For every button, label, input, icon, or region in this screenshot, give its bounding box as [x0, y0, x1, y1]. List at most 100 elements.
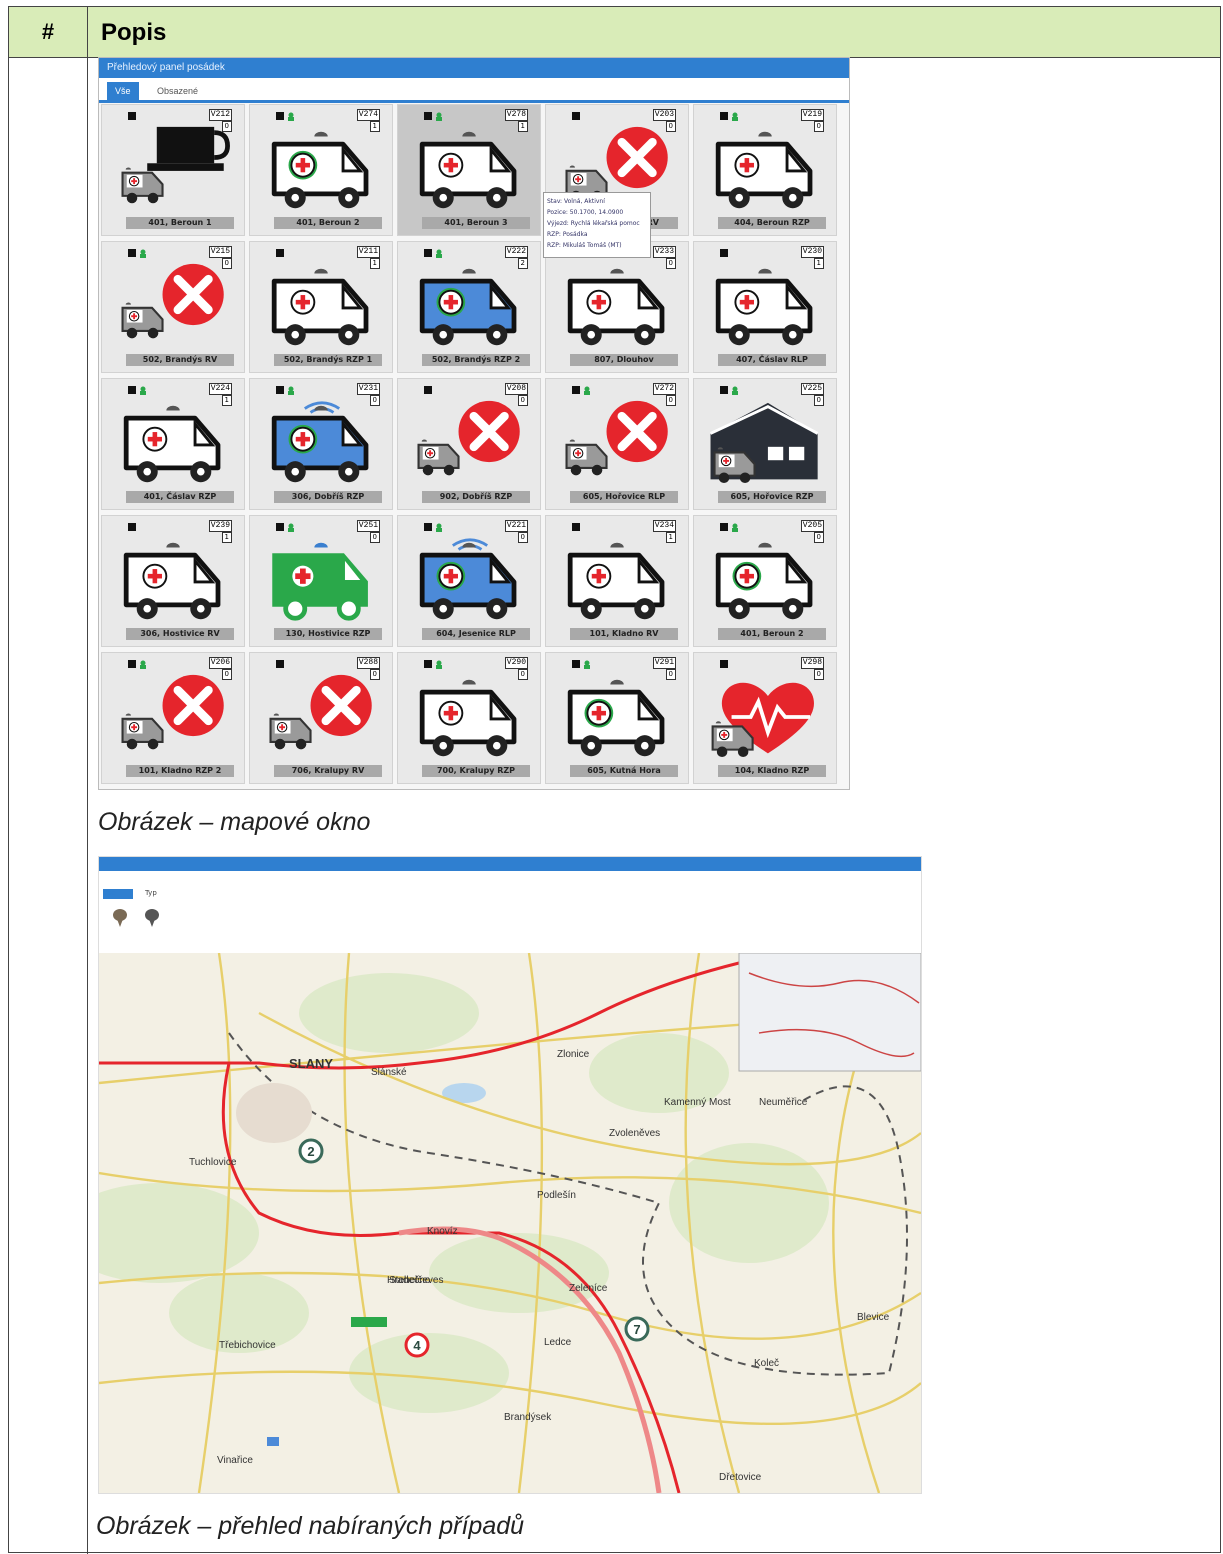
- status-indicator-icon: [572, 112, 580, 120]
- ambulance-green-icon: [715, 542, 813, 620]
- crew-label: 502, Brandýs RZP 1: [274, 354, 382, 366]
- ambulance-unavailable-icon: [269, 674, 372, 750]
- crew-label: 401, Beroun 2: [274, 217, 382, 229]
- crew-grid: V212 0 401, Beroun 1 V274 1 401, Beroun …: [101, 104, 845, 786]
- crew-tile[interactable]: V288 0 706, Kralupy RV: [249, 652, 393, 784]
- status-indicator-icon: [128, 249, 146, 258]
- status-indicator-icon: [572, 523, 580, 531]
- toolbar-button-type[interactable]: Typ: [145, 889, 157, 897]
- crew-tile[interactable]: V290 0 700, Kralupy RZP: [397, 652, 541, 784]
- map-place-label: Kamenný Most: [664, 1097, 731, 1108]
- crew-tile[interactable]: V208 0 902, Dobříš RZP: [397, 378, 541, 510]
- vehicle-code: V278: [504, 109, 528, 121]
- crew-tile[interactable]: V225 0 605, Hořovice RZP: [693, 378, 837, 510]
- case-marker-label: 4: [413, 1338, 421, 1353]
- ambulance-green-icon: [271, 131, 369, 209]
- route-sign: [351, 1317, 387, 1327]
- tooltip-line: RZP: Posádka: [547, 231, 588, 238]
- vehicle-code: V231: [356, 383, 380, 395]
- tab-all[interactable]: Vše: [107, 82, 139, 100]
- vehicle-code: V224: [208, 383, 232, 395]
- crew-tile[interactable]: V239 1 306, Hostivice RV: [101, 515, 245, 647]
- crew-tile[interactable]: V221 0 604, Jesenice RLP: [397, 515, 541, 647]
- crew-tile[interactable]: V291 0 605, Kutná Hora: [545, 652, 689, 784]
- crew-label: 807, Dlouhov: [570, 354, 678, 366]
- ambulance-icon: [715, 131, 813, 209]
- map-view[interactable]: SLANY Slánské Zlonice Kamenný Most Neuměřice…: [99, 953, 921, 1493]
- status-indicator-icon: [720, 386, 738, 395]
- map-place-label: Podlešín: [537, 1190, 576, 1201]
- ambulance-heart-icon: [711, 682, 814, 757]
- map-place-label: Ledce: [544, 1337, 572, 1348]
- caption-cases-overview: Obrázek – přehled nabíraných případů: [96, 1512, 525, 1540]
- tooltip-line: RZP: Mikuláš Tomáš (MT): [547, 242, 622, 249]
- vehicle-code: V234: [652, 520, 676, 532]
- crew-tile[interactable]: V230 1 407, Čáslav RLP: [693, 241, 837, 373]
- town-area: [236, 1083, 312, 1143]
- forest-area: [669, 1143, 829, 1263]
- map-place-label: Zeleníce: [569, 1283, 608, 1294]
- status-indicator-icon: [424, 386, 432, 394]
- status-indicator-icon: [424, 249, 442, 258]
- crew-tile[interactable]: V224 1 401, Čáslav RZP: [101, 378, 245, 510]
- status-indicator-icon: [128, 112, 136, 120]
- map-pin-icons[interactable]: [107, 905, 187, 945]
- crew-tile[interactable]: V298 0 104, Kladno RZP: [693, 652, 837, 784]
- crew-tile[interactable]: V211 1 502, Brandýs RZP 1: [249, 241, 393, 373]
- vehicle-code: V215: [208, 246, 232, 258]
- crew-tile[interactable]: V233 0 807, Dlouhov: [545, 241, 689, 373]
- status-indicator-icon: [720, 249, 728, 257]
- crew-tile[interactable]: V231 0 306, Dobříš RZP: [249, 378, 393, 510]
- ambulance-base-icon: [710, 402, 819, 483]
- crew-label: 502, Brandýs RZP 2: [422, 354, 530, 366]
- status-indicator-icon: [276, 249, 284, 257]
- vehicle-code: V290: [504, 657, 528, 669]
- crew-tile[interactable]: V215 0 502, Brandýs RV: [101, 241, 245, 373]
- toolbar-button-all[interactable]: Vše: [103, 889, 133, 899]
- crew-tile[interactable]: V234 1 101, Kladno RV: [545, 515, 689, 647]
- map-place-label: Hradečno: [387, 1275, 431, 1286]
- crew-label: 401, Beroun 2: [718, 628, 826, 640]
- vehicle-code: V205: [800, 520, 824, 532]
- map-place-label: Neuměřice: [759, 1097, 808, 1108]
- overview-inset[interactable]: [738, 953, 921, 1072]
- column-divider: [87, 57, 88, 1554]
- crew-tile[interactable]: V212 0 401, Beroun 1: [101, 104, 245, 236]
- status-indicator-icon: [720, 660, 728, 668]
- ambulance-blue-signal-icon: [271, 401, 369, 483]
- vehicle-code: V221: [504, 520, 528, 532]
- crew-label: 700, Kralupy RZP: [422, 765, 530, 777]
- header-popis: Popis: [101, 19, 167, 46]
- vehicle-code: V239: [208, 520, 232, 532]
- crew-label: 306, Dobříš RZP: [274, 491, 382, 503]
- map-place-label: Blevice: [857, 1312, 890, 1323]
- vehicle-code: V251: [356, 520, 380, 532]
- crew-tile[interactable]: V274 1 401, Beroun 2: [249, 104, 393, 236]
- ambulance-icon: [715, 268, 813, 346]
- status-indicator-icon: [128, 660, 146, 669]
- crew-tile[interactable]: V251 0 130, Hostivice RZP: [249, 515, 393, 647]
- vehicle-code: V222: [504, 246, 528, 258]
- tooltip-line: Výjezd: Rychlá lékařská pomoc: [547, 220, 640, 227]
- crew-tile[interactable]: V278 1 401, Beroun 3: [397, 104, 541, 236]
- crew-tile[interactable]: V206 0 101, Kladno RZP 2: [101, 652, 245, 784]
- vehicle-code: V225: [800, 383, 824, 395]
- vehicle-code: V233: [652, 246, 676, 258]
- crew-tile[interactable]: V205 0 401, Beroun 2: [693, 515, 837, 647]
- tab-occupied[interactable]: Obsazené: [149, 82, 206, 100]
- crew-label: 902, Dobříš RZP: [422, 491, 530, 503]
- status-indicator-icon: [276, 112, 294, 121]
- crew-tile[interactable]: V272 0 605, Hořovice RLP: [545, 378, 689, 510]
- crew-tile[interactable]: V219 0 404, Beroun RZP: [693, 104, 837, 236]
- caption-map-window: Obrázek – mapové okno: [98, 808, 371, 836]
- crew-label: 404, Beroun RZP: [718, 217, 826, 229]
- map-toolbar: Vše Typ: [99, 871, 921, 957]
- window-title: Přehledový panel posádek: [99, 58, 849, 78]
- map-place-label: Slánské: [371, 1067, 407, 1078]
- map-place-label: Knovíz: [427, 1226, 458, 1237]
- map-window-title: [99, 857, 921, 871]
- crew-tile[interactable]: V222 2 502, Brandýs RZP 2: [397, 241, 541, 373]
- header-hash: #: [9, 7, 88, 57]
- vehicle-code: V274: [356, 109, 380, 121]
- ambulance-unavailable-icon: [417, 400, 520, 476]
